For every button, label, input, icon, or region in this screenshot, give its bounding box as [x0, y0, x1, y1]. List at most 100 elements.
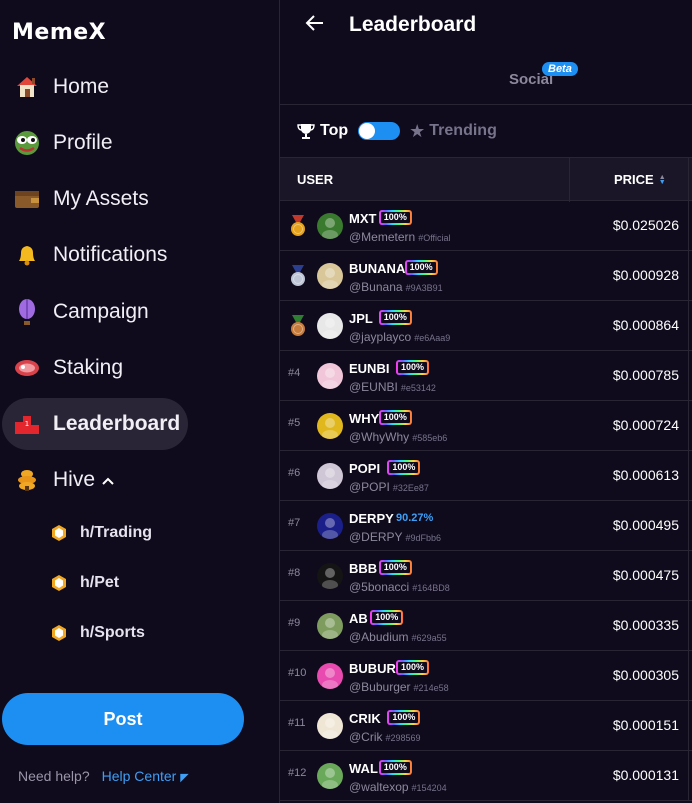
table-row[interactable]: MXT 100% @Memetern #Official $0.025026 [280, 201, 692, 251]
token-name: BUBUR [349, 661, 396, 676]
house-icon [12, 72, 42, 102]
ownership-badge: 100% [379, 310, 412, 325]
handle-text: @Crik [349, 730, 383, 744]
silver-medal-icon [291, 265, 305, 286]
price-value: $0.000724 [612, 417, 679, 433]
sidebar: MemeX Home Profile My Assets Notificatio… [0, 0, 279, 803]
table-row[interactable]: #10 BUBUR 100% @Buburger #214e58 $0.00030… [280, 651, 692, 701]
handle-text: @5bonacci [349, 580, 410, 594]
help-center-link[interactable]: Help Center ◤ [102, 768, 189, 784]
rank-label: #10 [288, 667, 307, 679]
handle-hash: #154204 [411, 783, 447, 793]
help-row: Need help? Help Center ◤ [18, 768, 189, 784]
column-divider [569, 158, 570, 202]
top-trending-toggle[interactable] [358, 122, 401, 140]
user-handle: @Abudium #629a55 [349, 630, 447, 644]
column-divider [688, 401, 689, 451]
sidebar-item-my-assets[interactable]: My Assets [2, 173, 188, 225]
ownership-badge: 100% [396, 660, 429, 675]
handle-text: @jayplayco [349, 330, 412, 344]
hive-item-trading[interactable]: h/Trading [50, 520, 152, 546]
avatar[interactable] [317, 213, 343, 239]
handle-hash: #585eb6 [412, 433, 448, 443]
avatar[interactable] [317, 713, 343, 739]
star-icon: ★ [409, 120, 426, 141]
ownership-badge: 100% [379, 760, 412, 775]
sidebar-item-campaign[interactable]: Campaign [2, 286, 188, 338]
handle-hash: #629a55 [411, 633, 447, 643]
filter-bar: Top ★ Trending [297, 120, 497, 142]
rank-label: #8 [288, 567, 301, 579]
avatar[interactable] [317, 263, 343, 289]
back-arrow-icon[interactable] [304, 12, 326, 40]
table-row[interactable]: #5 WHY 100% @WhyWhy #585eb6 $0.000724 [280, 401, 692, 451]
table-row[interactable]: #7 DERPY 90.27% @DERPY #9dFbb6 $0.000495 [280, 501, 692, 551]
divider [280, 104, 692, 105]
user-handle: @waltexop #154204 [349, 780, 447, 794]
table-row[interactable]: JPL 100% @jayplayco #e6Aaa9 $0.000864 [280, 301, 692, 351]
column-divider [688, 158, 689, 202]
avatar[interactable] [317, 313, 343, 339]
send-icon: ◤ [180, 772, 189, 784]
handle-text: @Buburger [349, 680, 411, 694]
rank-label: #9 [288, 617, 301, 629]
sidebar-item-home[interactable]: Home [2, 61, 188, 113]
avatar[interactable] [317, 613, 343, 639]
hive-item-label: h/Pet [80, 574, 120, 591]
token-name: WHY [349, 411, 380, 426]
column-header-price[interactable]: PRICE ▲ ▼ [614, 172, 666, 187]
leaderboard-table: MXT 100% @Memetern #Official $0.025026 BU… [280, 201, 692, 801]
avatar[interactable] [317, 513, 343, 539]
price-value: $0.000928 [612, 267, 679, 283]
token-name: EUNBI [349, 361, 390, 376]
table-row[interactable]: #8 BBB 100% @5bonacci #164BD8 $0.000475 [280, 551, 692, 601]
ownership-badge: 100% [379, 560, 412, 575]
filter-top-label[interactable]: Top [320, 122, 348, 140]
table-row[interactable]: BUNANA 100% @Bunana #9A3B91 $0.000928 [280, 251, 692, 301]
filter-trending-label[interactable]: Trending [429, 122, 497, 140]
table-row[interactable]: #12 WAL 100% @waltexop #154204 $0.000131 [280, 751, 692, 801]
hive-item-pet[interactable]: h/Pet [50, 570, 119, 596]
wallet-icon [12, 184, 42, 214]
handle-text: @WhyWhy [349, 430, 410, 444]
handle-hash: #e53142 [400, 383, 436, 393]
toggle-knob [359, 123, 376, 139]
sidebar-item-hive[interactable]: Hive [2, 454, 188, 506]
avatar[interactable] [317, 363, 343, 389]
user-handle: @Memetern #Official [349, 230, 451, 244]
steak-icon [12, 353, 42, 383]
user-handle: @5bonacci #164BD8 [349, 580, 450, 594]
sidebar-item-leaderboard[interactable]: 1 Leaderboard [2, 398, 188, 450]
column-divider [688, 351, 689, 401]
price-value: $0.025026 [612, 217, 679, 233]
sidebar-item-notifications[interactable]: Notifications [2, 229, 188, 281]
price-value: $0.000335 [612, 617, 679, 633]
app-logo[interactable]: MemeX [12, 20, 106, 45]
avatar[interactable] [317, 663, 343, 689]
user-handle: @Crik #298569 [349, 730, 421, 744]
sidebar-item-staking[interactable]: Staking [2, 342, 188, 394]
table-row[interactable]: #4 EUNBI 100% @EUNBI #e53142 $0.000785 [280, 351, 692, 401]
sidebar-item-label: Staking [53, 356, 124, 379]
avatar[interactable] [317, 463, 343, 489]
price-value: $0.000151 [612, 717, 679, 733]
bell-icon [12, 240, 42, 270]
table-row[interactable]: #9 AB 100% @Abudium #629a55 $0.000335 [280, 601, 692, 651]
post-button[interactable]: Post [2, 693, 244, 745]
price-value: $0.000864 [612, 317, 679, 333]
gold-medal-icon [291, 215, 305, 236]
sidebar-item-profile[interactable]: Profile [2, 117, 188, 169]
avatar[interactable] [317, 763, 343, 789]
sidebar-item-label: Campaign [53, 300, 149, 323]
table-row[interactable]: #6 POPI 100% @POPI #32Ee87 $0.000613 [280, 451, 692, 501]
handle-text: @EUNBI [349, 380, 398, 394]
table-row[interactable]: #11 CRIK 100% @Crik #298569 $0.000151 [280, 701, 692, 751]
hive-item-sports[interactable]: h/Sports [50, 620, 145, 646]
token-name: JPL [349, 311, 373, 326]
price-value: $0.000131 [612, 767, 679, 783]
avatar[interactable] [317, 413, 343, 439]
avatar[interactable] [317, 563, 343, 589]
ownership-badge: 100% [396, 360, 429, 375]
column-divider [688, 301, 689, 351]
sort-icon: ▲ ▼ [658, 173, 666, 186]
